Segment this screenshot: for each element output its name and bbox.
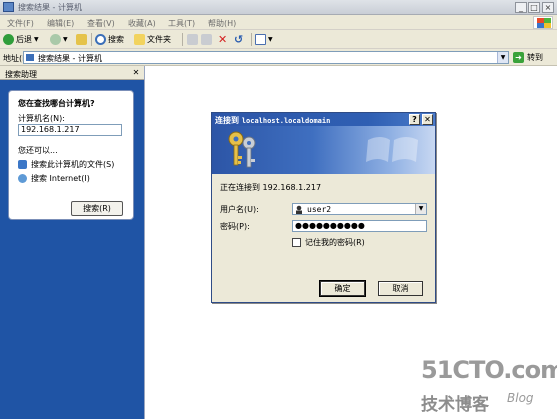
username-combobox[interactable]: user2 ▼ (292, 203, 427, 215)
address-input[interactable]: 搜索结果 - 计算机 ▼ (23, 51, 509, 64)
chevron-down-icon[interactable]: ▼ (415, 204, 426, 214)
search-companion-pane: 搜索助理 ✕ 您在查找哪台计算机? 计算机名(N): 192.168.1.217… (0, 66, 144, 419)
username-value: user2 (307, 205, 332, 214)
watermark: 51CTO.com 技术博客 Blog (421, 356, 557, 416)
search-files-icon (18, 160, 27, 169)
watermark-sub: 技术博客 (421, 395, 489, 415)
pane-header: 搜索助理 ✕ (0, 66, 144, 80)
go-button[interactable]: ➜ 转到 (513, 51, 553, 64)
search-submit-button[interactable]: 搜索(R) (71, 201, 123, 216)
close-icon[interactable]: ✕ (131, 68, 141, 78)
dialog-banner (212, 126, 435, 174)
password-input[interactable]: ●●●●●●●●●● (292, 220, 427, 232)
delete-x-icon: ✕ (218, 33, 228, 46)
back-label: 后退 (16, 35, 32, 44)
explorer-icon (3, 2, 14, 12)
search-card: 您在查找哪台计算机? 计算机名(N): 192.168.1.217 您还可以..… (8, 90, 134, 220)
dialog-close-button[interactable]: ✕ (422, 114, 433, 125)
folders-label: 文件夹 (147, 35, 171, 44)
search-files-label: 搜索此计算机的文件(S) (31, 160, 115, 169)
connecting-text: 正在连接到 192.168.1.217 (220, 183, 322, 192)
search-files-link[interactable]: 搜索此计算机的文件(S) (18, 159, 114, 170)
delete-button[interactable]: ✕ (218, 33, 227, 46)
back-arrow-icon (3, 34, 14, 45)
views-button[interactable]: ▼ (255, 33, 273, 46)
password-label: 密码(P): (220, 222, 250, 231)
menu-bar: 文件(F) 编辑(E) 查看(V) 收藏(A) 工具(T) 帮助(H) (0, 15, 557, 30)
windows-logo-icon (533, 16, 553, 29)
minimize-button[interactable]: _ (515, 2, 527, 13)
remember-password-checkbox[interactable]: 记住我的密码(R) (292, 237, 365, 248)
search-results-icon (26, 54, 34, 61)
menu-favorites[interactable]: 收藏(A) (128, 18, 156, 29)
window-title: 搜索结果 - 计算机 (18, 3, 82, 12)
search-label: 搜索 (108, 35, 124, 44)
menu-edit[interactable]: 编辑(E) (47, 18, 74, 29)
move-to-icon (187, 34, 198, 45)
up-folder-button[interactable] (76, 33, 89, 46)
address-bar: 地址(D) 搜索结果 - 计算机 ▼ ➜ 转到 (0, 49, 557, 66)
close-button[interactable]: × (542, 2, 554, 13)
menu-file[interactable]: 文件(F) (7, 18, 34, 29)
folder-icon (134, 34, 145, 45)
menu-help[interactable]: 帮助(H) (208, 18, 236, 29)
search-internet-label: 搜索 Internet(I) (31, 174, 90, 183)
computer-name-label: 计算机名(N): (18, 114, 65, 123)
chevron-down-icon: ▼ (63, 36, 68, 43)
title-bar: 搜索结果 - 计算机 _ □ × (0, 0, 557, 15)
menu-tools[interactable]: 工具(T) (168, 18, 195, 29)
windows-flag-icon (366, 137, 418, 162)
dialog-title-bar: 连接到 localhost.localdomain ? ✕ (212, 113, 435, 126)
user-icon (296, 205, 302, 214)
search-button[interactable]: 搜索 (95, 33, 124, 46)
address-value: 搜索结果 - 计算机 (38, 54, 102, 63)
search-icon (95, 34, 106, 45)
pane-title: 搜索助理 (5, 70, 37, 79)
search-internet-link[interactable]: 搜索 Internet(I) (18, 173, 90, 184)
views-icon (255, 34, 266, 45)
go-arrow-icon: ➜ (513, 52, 524, 63)
watermark-main: 51CTO.com (421, 356, 557, 384)
computer-name-input[interactable]: 192.168.1.217 (18, 124, 122, 136)
connect-dialog: 连接到 localhost.localdomain ? ✕ 正在连接到 192.… (211, 112, 436, 303)
forward-arrow-icon (50, 34, 61, 45)
checkbox-box[interactable] (292, 238, 301, 247)
chevron-down-icon: ▼ (34, 36, 39, 43)
undo-icon: ↺ (234, 33, 244, 46)
explorer-window: 搜索结果 - 计算机 _ □ × 文件(F) 编辑(E) 查看(V) 收藏(A)… (0, 0, 557, 419)
up-folder-icon (76, 34, 87, 45)
address-dropdown-icon[interactable]: ▼ (497, 52, 508, 63)
remember-password-label: 记住我的密码(R) (305, 238, 365, 247)
menu-view[interactable]: 查看(V) (87, 18, 115, 29)
toolbar: 后退 ▼ ▼ 搜索 文件夹 ✕ ↺ ▼ (0, 30, 557, 49)
copy-to-button[interactable] (201, 33, 214, 46)
move-to-button[interactable] (187, 33, 200, 46)
folders-button[interactable]: 文件夹 (134, 33, 171, 46)
watermark-blog: Blog (507, 391, 534, 405)
forward-button[interactable]: ▼ (50, 33, 68, 46)
card-heading: 您在查找哪台计算机? (18, 99, 95, 108)
chevron-down-icon: ▼ (268, 36, 273, 43)
dialog-title: 连接到 localhost.localdomain (215, 116, 331, 125)
back-button[interactable]: 后退 ▼ (3, 33, 39, 46)
also-label: 您还可以... (18, 146, 58, 155)
ok-button[interactable]: 确定 (319, 280, 366, 297)
cancel-button[interactable]: 取消 (378, 281, 423, 296)
help-button[interactable]: ? (409, 114, 420, 125)
username-label: 用户名(U): (220, 205, 259, 214)
maximize-button[interactable]: □ (528, 2, 540, 13)
keys-icon (228, 131, 256, 168)
copy-to-icon (201, 34, 212, 45)
globe-icon (18, 174, 27, 183)
undo-button[interactable]: ↺ (234, 33, 243, 46)
go-label: 转到 (527, 53, 543, 62)
